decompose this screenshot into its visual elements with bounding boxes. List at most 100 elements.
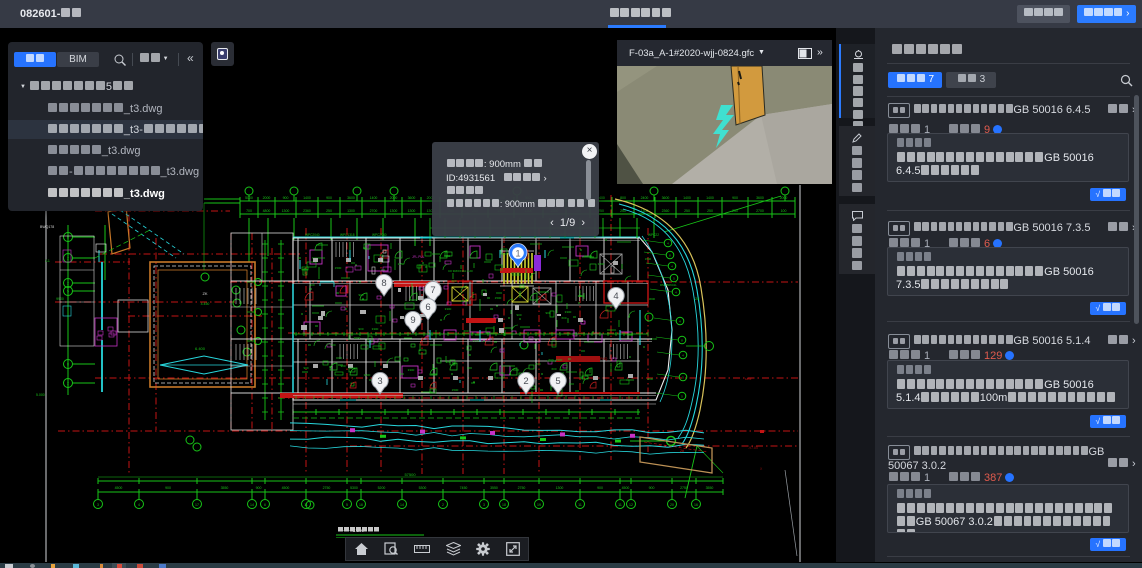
svg-text:4800: 4800 (263, 209, 271, 213)
svg-text:3300: 3300 (364, 373, 371, 377)
svg-text:6: 6 (425, 302, 430, 313)
svg-text:4: 4 (613, 291, 618, 302)
svg-text:ZK: ZK (202, 291, 207, 296)
svg-text:2#: 2# (695, 296, 700, 301)
svg-text:3600: 3600 (756, 196, 764, 200)
svg-text:3: 3 (97, 503, 99, 507)
svg-text:2: 2 (523, 376, 528, 387)
svg-text:57500: 57500 (404, 472, 416, 477)
svg-text:WPC2040: WPC2040 (372, 233, 387, 237)
svg-text:1300: 1300 (556, 486, 564, 490)
svg-text:2700: 2700 (370, 209, 378, 213)
svg-text:100: 100 (781, 209, 787, 213)
svg-text:11: 11 (618, 503, 622, 507)
svg-text:2000: 2000 (651, 337, 658, 341)
svg-text:5: 5 (346, 503, 348, 507)
svg-text:14: 14 (250, 503, 254, 507)
svg-text:-97.85: -97.85 (748, 446, 758, 450)
svg-text:3300: 3300 (473, 339, 480, 343)
svg-text:4500: 4500 (115, 486, 123, 490)
svg-text:600: 600 (330, 343, 335, 347)
svg-text:3550: 3550 (221, 486, 229, 490)
svg-text:6: 6 (264, 503, 266, 507)
svg-text:1300: 1300 (390, 209, 398, 213)
svg-text:700: 700 (246, 209, 252, 213)
svg-text:2000: 2000 (780, 196, 788, 200)
svg-text:2: 2 (67, 382, 69, 386)
svg-text:19: 19 (537, 503, 541, 507)
svg-text:250: 250 (326, 209, 332, 213)
svg-text:600: 600 (551, 367, 556, 371)
svg-text:2750: 2750 (518, 486, 526, 490)
svg-text:5200: 5200 (378, 486, 386, 490)
svg-text:2000: 2000 (263, 196, 271, 200)
svg-text:2360: 2360 (303, 209, 311, 213)
svg-text:18: 18 (502, 503, 506, 507)
svg-text:1400: 1400 (303, 196, 311, 200)
svg-text:250: 250 (684, 209, 690, 213)
svg-text:3550: 3550 (706, 486, 714, 490)
svg-text:11: 11 (578, 503, 582, 507)
svg-text:16: 16 (359, 503, 363, 507)
svg-text:FHQ: FHQ (600, 357, 608, 361)
svg-text:900: 900 (283, 196, 289, 200)
svg-text:900: 900 (340, 364, 345, 368)
svg-text:1: 1 (515, 248, 520, 259)
svg-text:14: 14 (400, 503, 404, 507)
svg-text:2: 2 (442, 503, 444, 507)
svg-text:4.450: 4.450 (201, 302, 210, 306)
svg-text:8: 8 (381, 278, 386, 289)
svg-text:5300: 5300 (350, 486, 358, 490)
svg-text:600: 600 (561, 316, 566, 320)
svg-text:3: 3 (377, 376, 382, 387)
svg-text:WPC2040: WPC2040 (305, 233, 320, 237)
svg-text:900: 900 (516, 313, 521, 317)
svg-text:1300: 1300 (408, 209, 416, 213)
svg-text:4500: 4500 (282, 486, 290, 490)
svg-text:900: 900 (649, 486, 655, 490)
svg-text:5: 5 (67, 290, 69, 294)
svg-text:5.000: 5.000 (36, 393, 45, 397)
svg-text:1500: 1500 (495, 296, 502, 300)
svg-text:6.400: 6.400 (195, 346, 206, 351)
svg-text:3300: 3300 (372, 327, 379, 331)
svg-text:4500: 4500 (622, 486, 630, 490)
svg-text:BWQ178: BWQ178 (40, 225, 54, 229)
svg-text:8: 8 (67, 363, 69, 367)
svg-text:9: 9 (410, 315, 415, 326)
svg-text:17: 17 (195, 503, 199, 507)
svg-text:2400: 2400 (641, 196, 649, 200)
svg-text:900: 900 (358, 327, 363, 331)
svg-text:1500: 1500 (335, 266, 342, 270)
svg-text:900: 900 (535, 362, 540, 366)
svg-text:16: 16 (694, 503, 698, 507)
svg-text:1500: 1500 (645, 257, 652, 261)
svg-text:J-1: J-1 (45, 259, 50, 263)
svg-text:C# 3RFFFRA 4.20: C# 3RFFFRA 4.20 (448, 269, 473, 273)
svg-text:5300: 5300 (419, 486, 427, 490)
svg-text:900: 900 (165, 486, 171, 490)
svg-text:600: 600 (548, 358, 553, 362)
svg-text:3600: 3600 (662, 196, 670, 200)
svg-text:250: 250 (707, 209, 713, 213)
svg-text:900: 900 (326, 196, 332, 200)
svg-text:800: 800 (620, 196, 626, 200)
svg-text:4: 4 (138, 503, 140, 507)
svg-text:900: 900 (545, 311, 550, 315)
svg-text:900: 900 (732, 196, 738, 200)
svg-text:2750: 2750 (323, 486, 331, 490)
svg-text:3550: 3550 (490, 486, 498, 490)
svg-text:2360: 2360 (662, 209, 670, 213)
svg-text:900: 900 (256, 486, 262, 490)
svg-text:3300: 3300 (408, 368, 415, 372)
svg-text:1300: 1300 (282, 209, 290, 213)
svg-text:7: 7 (430, 285, 435, 296)
svg-text:1#xx: 1#xx (745, 377, 752, 381)
svg-text:600: 600 (451, 279, 456, 283)
svg-text:900: 900 (597, 486, 603, 490)
svg-text:900: 900 (358, 293, 363, 297)
svg-text:3300: 3300 (598, 262, 605, 266)
svg-text:3000: 3000 (647, 377, 654, 381)
svg-text:900: 900 (303, 366, 308, 370)
svg-text:3600: 3600 (408, 196, 416, 200)
